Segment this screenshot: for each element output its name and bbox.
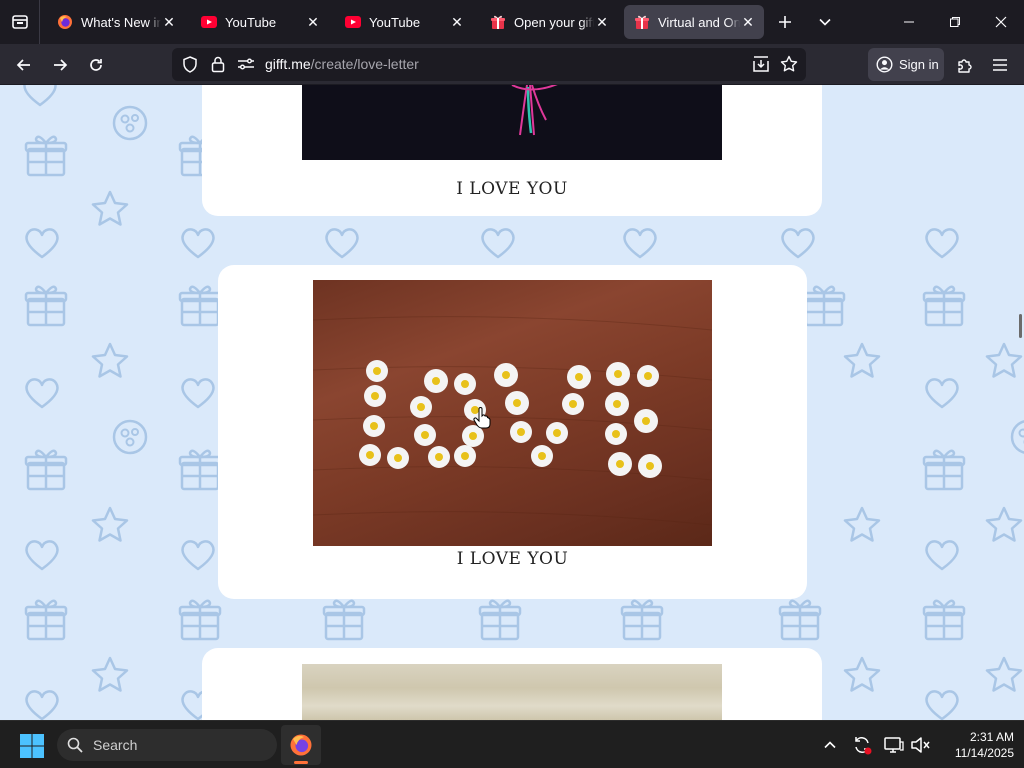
minimize-button[interactable] bbox=[886, 0, 932, 44]
forward-button[interactable] bbox=[45, 50, 75, 80]
sign-in-button[interactable]: Sign in bbox=[868, 48, 944, 81]
clock-time: 2:31 AM bbox=[969, 730, 1014, 744]
firefox-view-button[interactable] bbox=[0, 0, 40, 44]
puzzle-icon bbox=[958, 59, 972, 73]
plus-icon bbox=[779, 16, 791, 28]
tab-strip: What's New in Firefox ✕ YouTube ✕ YouTub… bbox=[0, 0, 1024, 44]
search-label: Search bbox=[93, 737, 138, 753]
volume-button[interactable] bbox=[908, 733, 932, 757]
restore-button[interactable] bbox=[932, 0, 978, 44]
firefox-icon bbox=[290, 734, 312, 756]
address-bar[interactable]: gifft.me/create/love-letter bbox=[172, 48, 806, 81]
card-2-caption: I LOVE YOU bbox=[456, 549, 569, 569]
hamburger-menu-icon bbox=[993, 59, 1007, 71]
volume-muted-icon bbox=[911, 737, 930, 753]
url-path: /create/love-letter bbox=[310, 56, 419, 72]
gift-icon bbox=[490, 14, 506, 30]
tab-youtube-1[interactable]: YouTube ✕ bbox=[191, 5, 329, 39]
close-tab-icon[interactable]: ✕ bbox=[740, 14, 756, 30]
arrow-right-icon bbox=[54, 59, 68, 71]
taskbar-search[interactable]: Search bbox=[57, 729, 277, 761]
scrollbar-thumb[interactable] bbox=[1019, 314, 1022, 338]
sync-icon bbox=[855, 737, 872, 755]
close-window-button[interactable] bbox=[978, 0, 1024, 44]
youtube-icon bbox=[201, 14, 217, 30]
list-all-tabs-button[interactable] bbox=[811, 8, 839, 36]
hand-cursor-icon bbox=[473, 407, 491, 429]
url-host: gifft.me bbox=[265, 56, 311, 72]
download-page-icon[interactable] bbox=[752, 56, 770, 78]
love-card-1: I LOVE YOU bbox=[202, 85, 822, 216]
bookmark-star-icon[interactable] bbox=[780, 55, 798, 78]
permissions-icon[interactable] bbox=[237, 57, 255, 76]
search-icon bbox=[67, 737, 83, 753]
card-3-photo bbox=[302, 664, 722, 720]
url-text: gifft.me/create/love-letter bbox=[265, 56, 419, 72]
navigation-toolbar: gifft.me/create/love-letter Sign in bbox=[0, 44, 1024, 85]
restore-icon bbox=[950, 17, 960, 27]
tab-youtube-2[interactable]: YouTube ✕ bbox=[335, 5, 473, 39]
card-1-photo bbox=[302, 85, 722, 160]
monitor-network-icon bbox=[884, 737, 904, 753]
close-tab-icon[interactable]: ✕ bbox=[161, 14, 177, 30]
start-button[interactable] bbox=[19, 733, 45, 759]
tab-open-gift[interactable]: Open your gift - ✕ bbox=[480, 5, 618, 39]
network-button[interactable] bbox=[882, 733, 906, 757]
card-2-photo bbox=[313, 280, 712, 546]
active-app-indicator bbox=[294, 761, 308, 764]
app-menu-button[interactable] bbox=[985, 50, 1015, 80]
close-tab-icon[interactable]: ✕ bbox=[594, 14, 610, 30]
tab-title: Open your gift - bbox=[514, 14, 594, 30]
love-card-2: I LOVE YOU bbox=[218, 265, 807, 599]
reload-button[interactable] bbox=[81, 50, 111, 80]
gift-icon bbox=[634, 14, 650, 30]
new-tab-button[interactable] bbox=[771, 8, 799, 36]
lock-icon[interactable] bbox=[210, 55, 226, 78]
firefox-view-icon bbox=[11, 15, 28, 29]
account-icon bbox=[876, 56, 893, 73]
youtube-icon bbox=[345, 14, 361, 30]
tab-whats-new[interactable]: What's New in Firefox ✕ bbox=[47, 5, 185, 39]
tab-virtual-online[interactable]: Virtual and Online ✕ bbox=[624, 5, 764, 39]
tab-title: YouTube bbox=[225, 14, 277, 30]
tab-title: What's New in Firefox bbox=[81, 14, 161, 30]
sign-in-label: Sign in bbox=[899, 57, 939, 72]
arrow-left-icon bbox=[16, 59, 30, 71]
extensions-button[interactable] bbox=[950, 50, 980, 80]
firefox-icon bbox=[57, 14, 73, 30]
flowers-ribbon-image bbox=[511, 85, 558, 136]
shield-icon[interactable] bbox=[182, 56, 198, 78]
card-1-caption: I LOVE YOU bbox=[456, 179, 568, 199]
reload-icon bbox=[90, 59, 102, 71]
chevron-up-icon bbox=[824, 741, 836, 749]
close-tab-icon[interactable]: ✕ bbox=[449, 14, 465, 30]
chevron-down-icon bbox=[819, 18, 831, 26]
close-tab-icon[interactable]: ✕ bbox=[305, 14, 321, 30]
taskbar-clock[interactable]: 2:31 AM 11/14/2025 bbox=[934, 729, 1014, 761]
daisies-love-image bbox=[313, 316, 712, 526]
windows-taskbar: Search 2:31 AM 11/14/2025 bbox=[0, 720, 1024, 768]
windows-logo-icon bbox=[20, 734, 44, 758]
page-content: I LOVE YOU I LOVE YOU bbox=[0, 85, 1024, 720]
show-hidden-icons-button[interactable] bbox=[818, 733, 842, 757]
close-icon bbox=[995, 16, 1007, 28]
clock-date: 11/14/2025 bbox=[954, 746, 1014, 760]
tab-title: YouTube bbox=[369, 14, 421, 30]
sync-status-button[interactable] bbox=[850, 733, 874, 757]
minimize-icon bbox=[904, 21, 914, 23]
back-button[interactable] bbox=[9, 50, 39, 80]
tab-title: Virtual and Online bbox=[658, 14, 740, 30]
love-card-3 bbox=[202, 648, 822, 720]
taskbar-firefox-button[interactable] bbox=[281, 725, 321, 765]
